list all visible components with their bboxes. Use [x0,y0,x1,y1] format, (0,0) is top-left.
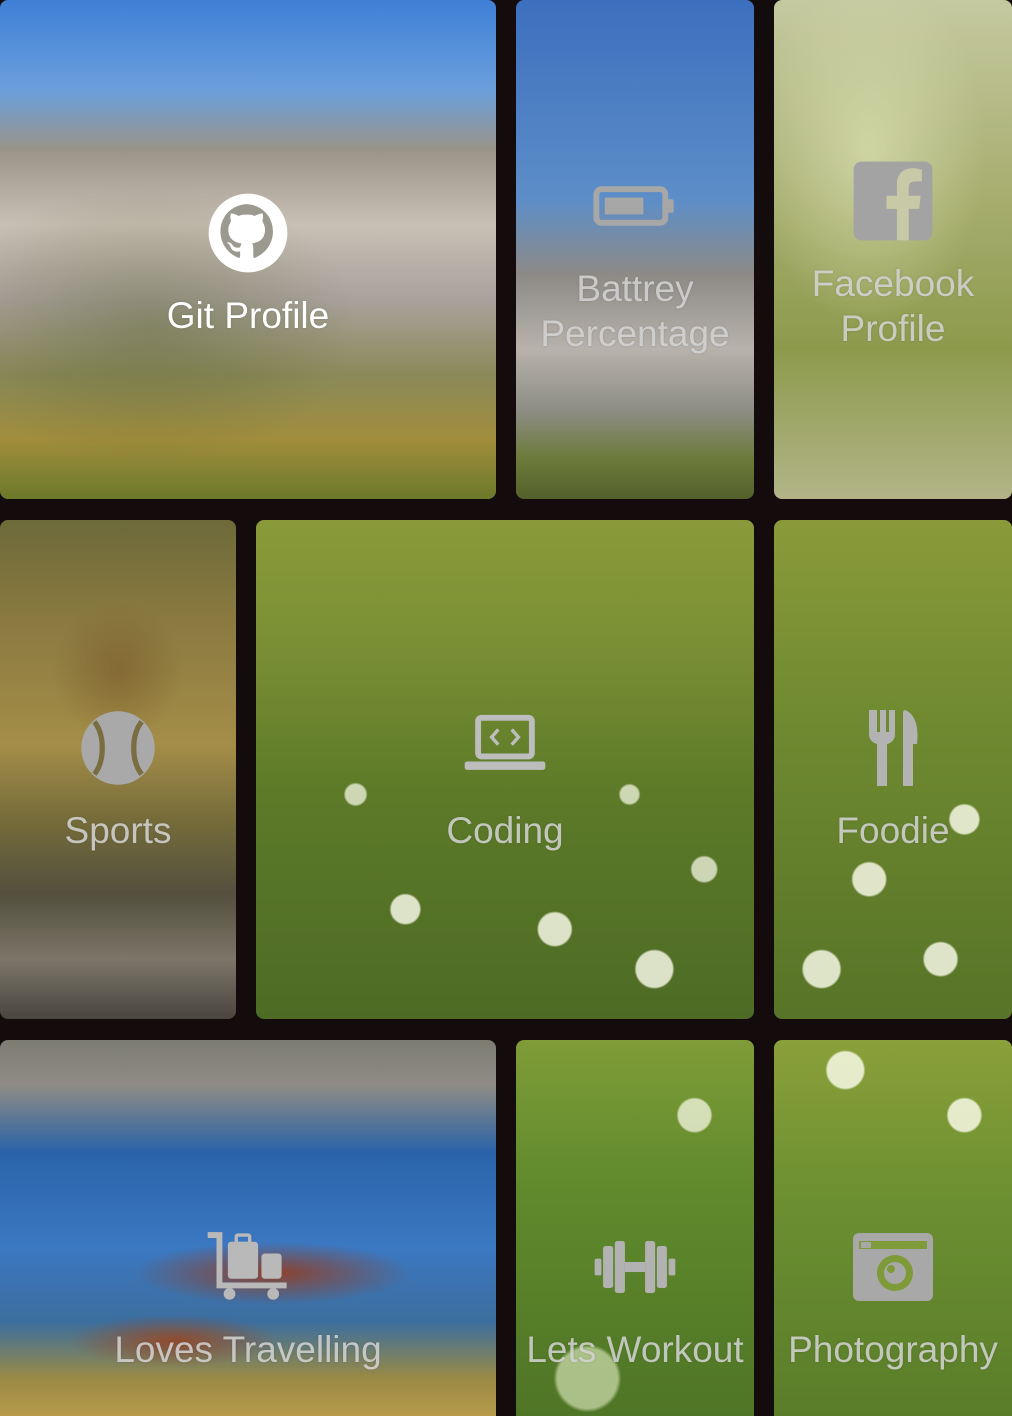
tile-label: Lets Workout [526,1328,744,1370]
tile-label: Loves Travelling [114,1328,382,1370]
tile-label: Battrey Percentage [540,267,730,354]
utensils-icon [851,706,935,790]
tile-battery-percentage[interactable]: Battrey Percentage [516,0,754,499]
tile-foodie[interactable]: Foodie [774,520,1012,1019]
tile-label: Git Profile [166,295,330,336]
tile-label: Photography [788,1328,998,1370]
baseball-icon [76,706,160,790]
camera-icon [851,1225,935,1309]
battery-icon [593,164,677,248]
luggage-cart-icon [206,1225,290,1309]
tile-photography[interactable]: Photography [774,1040,1012,1416]
tile-label: Foodie [836,810,950,851]
facebook-icon [851,159,935,243]
tile-lets-workout[interactable]: Lets Workout [516,1040,754,1416]
tile-facebook-profile[interactable]: Facebook Profile [774,0,1012,499]
laptop-code-icon [463,706,547,790]
tile-loves-travelling[interactable]: Loves Travelling [0,1040,496,1416]
tile-git-profile[interactable]: Git Profile [0,0,496,499]
tile-label: Sports [64,810,172,851]
tile-coding[interactable]: Coding [256,520,754,1019]
tile-sports[interactable]: Sports [0,520,236,1019]
tile-label: Facebook Profile [811,262,975,349]
tile-label: Coding [446,810,564,851]
dumbbell-icon [593,1225,677,1309]
github-icon [206,191,290,275]
